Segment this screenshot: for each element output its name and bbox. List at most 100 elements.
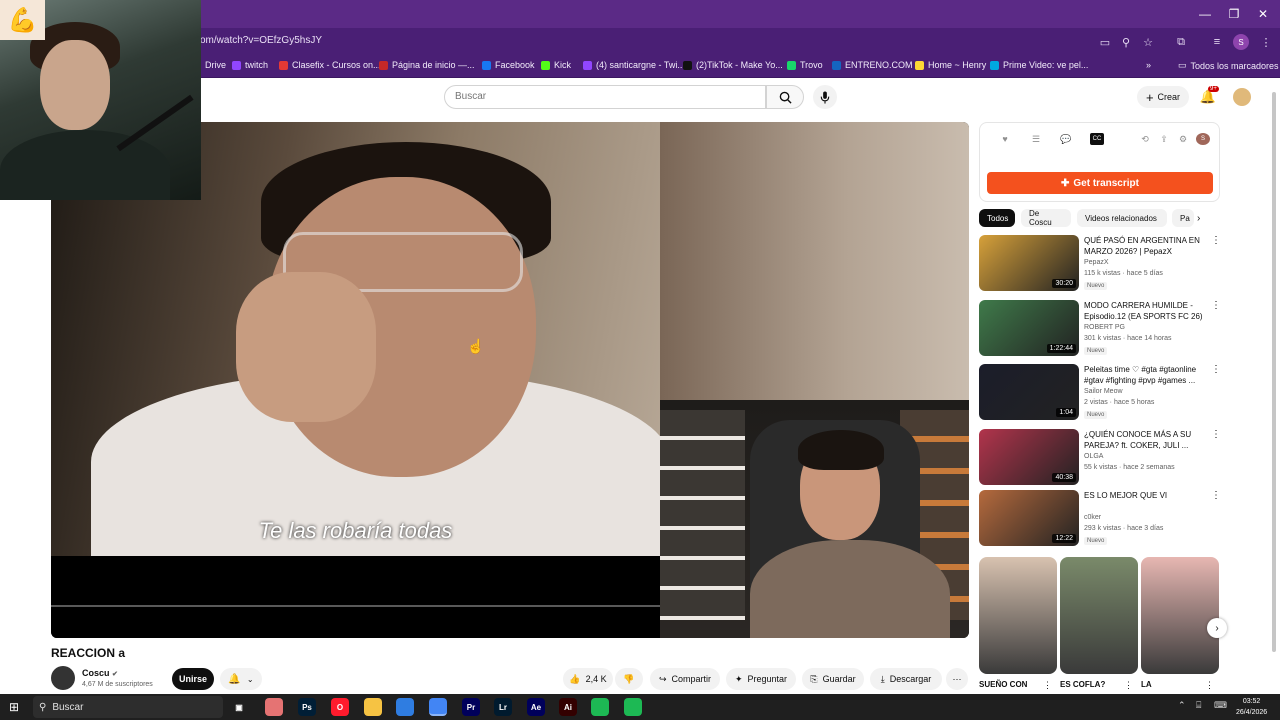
url-field[interactable]: om/watch?v=OEfzGy5hsJY bbox=[200, 35, 322, 46]
short-thumbnail[interactable] bbox=[1141, 557, 1219, 674]
recommended-video-title[interactable]: ¿QUIÉN CONOCE MÁS A SU PAREJA? ft. COKER… bbox=[1084, 429, 1208, 451]
video-thumbnail[interactable]: 1:22:44 bbox=[979, 300, 1079, 356]
media-icon[interactable]: ≡ bbox=[1209, 34, 1225, 50]
video-thumbnail[interactable]: 12:22 bbox=[979, 490, 1079, 546]
close-icon[interactable]: ✕ bbox=[1246, 0, 1280, 28]
recommended-video-title[interactable]: QUÉ PASÓ EN ARGENTINA EN MARZO 2026? | P… bbox=[1084, 235, 1208, 257]
profile-avatar[interactable]: S bbox=[1233, 34, 1249, 50]
chat-icon[interactable]: 💬 bbox=[1059, 133, 1073, 145]
channel-avatar[interactable] bbox=[51, 666, 75, 690]
account-avatar[interactable] bbox=[1233, 88, 1251, 106]
like-button[interactable]: 👍 2,4 K bbox=[563, 668, 613, 690]
share-button[interactable]: ↪ Compartir bbox=[650, 668, 720, 690]
all-bookmarks-link[interactable]: ▭ Todos los marcadores bbox=[1178, 60, 1279, 71]
bookmark-item[interactable]: Prime Video: ve pel... bbox=[990, 60, 1088, 70]
recommended-video[interactable]: 1:22:44 MODO CARRERA HUMILDE - Episodio.1… bbox=[979, 300, 1221, 358]
taskbar-clock[interactable]: 03:52 26/4/2026 bbox=[1236, 696, 1267, 718]
extensions-icon[interactable]: ⧉ bbox=[1173, 34, 1189, 50]
recommended-video-title[interactable]: MODO CARRERA HUMILDE - Episodio.12 (EA S… bbox=[1084, 300, 1208, 322]
video-thumbnail[interactable]: 30:20 bbox=[979, 235, 1079, 291]
ask-button[interactable]: ✦ Preguntar bbox=[726, 668, 796, 690]
rewind-icon[interactable]: ⟲ bbox=[1138, 133, 1152, 145]
kebab-menu-icon[interactable]: ⋮ bbox=[1211, 364, 1221, 375]
video-thumbnail[interactable]: 40:38 bbox=[979, 429, 1079, 485]
more-actions-button[interactable]: ⋯ bbox=[946, 668, 968, 690]
network-icon[interactable]: ⌸ bbox=[1196, 700, 1201, 711]
opera-app-icon[interactable]: O bbox=[331, 698, 349, 716]
filter-chip[interactable]: De Coscu bbox=[1021, 209, 1071, 227]
search-button[interactable] bbox=[766, 85, 804, 109]
channel-name[interactable]: Coscu ✔ bbox=[82, 668, 118, 678]
kebab-menu-icon[interactable]: ⋮ bbox=[1205, 680, 1214, 691]
bookmark-item[interactable]: Clasefix - Cursos on... bbox=[279, 60, 381, 70]
page-scrollbar[interactable] bbox=[1272, 92, 1276, 652]
create-button[interactable]: + Crear bbox=[1137, 86, 1189, 108]
store-app-icon[interactable] bbox=[396, 698, 414, 716]
windows-start-icon[interactable]: ⊞ bbox=[9, 700, 19, 714]
short-title[interactable]: ES COFLA? bbox=[1060, 680, 1105, 689]
bookmark-item[interactable]: Home ~ Henry bbox=[915, 60, 986, 70]
whatsapp-app-icon[interactable] bbox=[591, 698, 609, 716]
recommended-video-title[interactable]: Peleitas time ♡ #gta #gtaonline #gtav #f… bbox=[1084, 364, 1208, 386]
photoshop-app-icon[interactable]: Ps bbox=[298, 698, 316, 716]
dislike-button[interactable]: 👎 bbox=[615, 668, 643, 690]
tray-chevron-icon[interactable]: ⌃ bbox=[1178, 700, 1186, 711]
recommended-video-channel[interactable]: OLGA bbox=[1084, 453, 1103, 460]
panel-avatar[interactable]: S bbox=[1196, 133, 1210, 145]
recommended-video-title[interactable]: ES LO MEJOR QUE VI bbox=[1084, 490, 1208, 501]
kebab-menu-icon[interactable]: ⋮ bbox=[1211, 429, 1221, 440]
bookmark-item[interactable]: ENTRENO.COM bbox=[832, 60, 913, 70]
taskbar-search[interactable]: ⚲ Buscar bbox=[33, 696, 223, 718]
illustrator-app-icon[interactable]: Ai bbox=[559, 698, 577, 716]
bookmark-item[interactable]: Kick bbox=[541, 60, 571, 70]
zoom-icon[interactable]: ⚲ bbox=[1118, 34, 1134, 50]
list-icon[interactable]: ☰ bbox=[1029, 133, 1043, 145]
recommended-video[interactable]: 40:38 ¿QUIÉN CONOCE MÁS A SU PAREJA? ft. … bbox=[979, 429, 1221, 487]
recommended-video-channel[interactable]: ROBERT PG bbox=[1084, 324, 1125, 331]
short-title[interactable]: SUEÑO CON bbox=[979, 680, 1027, 689]
kebab-menu-icon[interactable]: ⋮ bbox=[1211, 490, 1221, 501]
recommended-video-channel[interactable]: Sailor Meow bbox=[1084, 388, 1123, 395]
video-thumbnail[interactable]: 1:04 bbox=[979, 364, 1079, 420]
chrome-app-icon[interactable] bbox=[265, 698, 283, 716]
captions-icon[interactable]: CC bbox=[1090, 133, 1104, 145]
filter-chip[interactable]: Todos bbox=[979, 209, 1015, 227]
short-thumbnail[interactable] bbox=[1060, 557, 1138, 674]
after-effects-app-icon[interactable]: Ae bbox=[527, 698, 545, 716]
get-transcript-button[interactable]: ✚ Get transcript bbox=[987, 172, 1213, 194]
subscription-bell-button[interactable]: 🔔 ⌄ bbox=[220, 668, 262, 690]
recommended-video[interactable]: 30:20 QUÉ PASÓ EN ARGENTINA EN MARZO 2026… bbox=[979, 235, 1221, 293]
shorts-next-button[interactable]: › bbox=[1207, 618, 1227, 638]
search-input[interactable]: Buscar bbox=[444, 85, 766, 109]
save-button[interactable]: ⎘ Guardar bbox=[802, 668, 864, 690]
short-thumbnail[interactable] bbox=[979, 557, 1057, 674]
kebab-menu-icon[interactable]: ⋮ bbox=[1043, 680, 1052, 691]
chrome-active-app-icon[interactable] bbox=[429, 698, 447, 716]
premiere-app-icon[interactable]: Pr bbox=[462, 698, 480, 716]
spotify-app-icon[interactable] bbox=[624, 698, 642, 716]
menu-kebab-icon[interactable]: ⋮ bbox=[1258, 34, 1274, 50]
filter-chip[interactable]: Videos relacionados bbox=[1077, 209, 1167, 227]
kebab-menu-icon[interactable]: ⋮ bbox=[1124, 680, 1133, 691]
lightroom-app-icon[interactable]: Lr bbox=[494, 698, 512, 716]
file-explorer-app-icon[interactable] bbox=[364, 698, 382, 716]
recommended-video[interactable]: 1:04 Peleitas time ♡ #gta #gtaonline #gta… bbox=[979, 364, 1221, 422]
cast-icon[interactable]: ▭ bbox=[1097, 34, 1113, 50]
star-icon[interactable]: ☆ bbox=[1140, 34, 1156, 50]
bookmark-item[interactable]: (4) santicargne - Twi... bbox=[583, 60, 685, 70]
recommended-video-channel[interactable]: PepazX bbox=[1084, 259, 1109, 266]
bookmarks-overflow-icon[interactable]: » bbox=[1146, 60, 1151, 70]
voice-search-button[interactable] bbox=[813, 85, 837, 109]
video-progress-bar[interactable] bbox=[51, 605, 660, 607]
task-view-icon[interactable]: ▣ bbox=[230, 698, 248, 716]
bookmark-item[interactable]: Trovo bbox=[787, 60, 823, 70]
chevron-right-icon[interactable]: › bbox=[1197, 213, 1200, 224]
join-button[interactable]: Unirse bbox=[172, 668, 214, 690]
bookmark-item[interactable]: Facebook bbox=[482, 60, 535, 70]
recommended-video-channel[interactable]: c0ker bbox=[1084, 514, 1101, 521]
upload-icon[interactable]: ⇪ bbox=[1157, 133, 1171, 145]
kebab-menu-icon[interactable]: ⋮ bbox=[1211, 300, 1221, 311]
settings-icon[interactable]: ⚙ bbox=[1176, 133, 1190, 145]
short-title[interactable]: LA bbox=[1141, 680, 1152, 689]
bookmark-item[interactable]: Página de inicio —... bbox=[379, 60, 475, 70]
